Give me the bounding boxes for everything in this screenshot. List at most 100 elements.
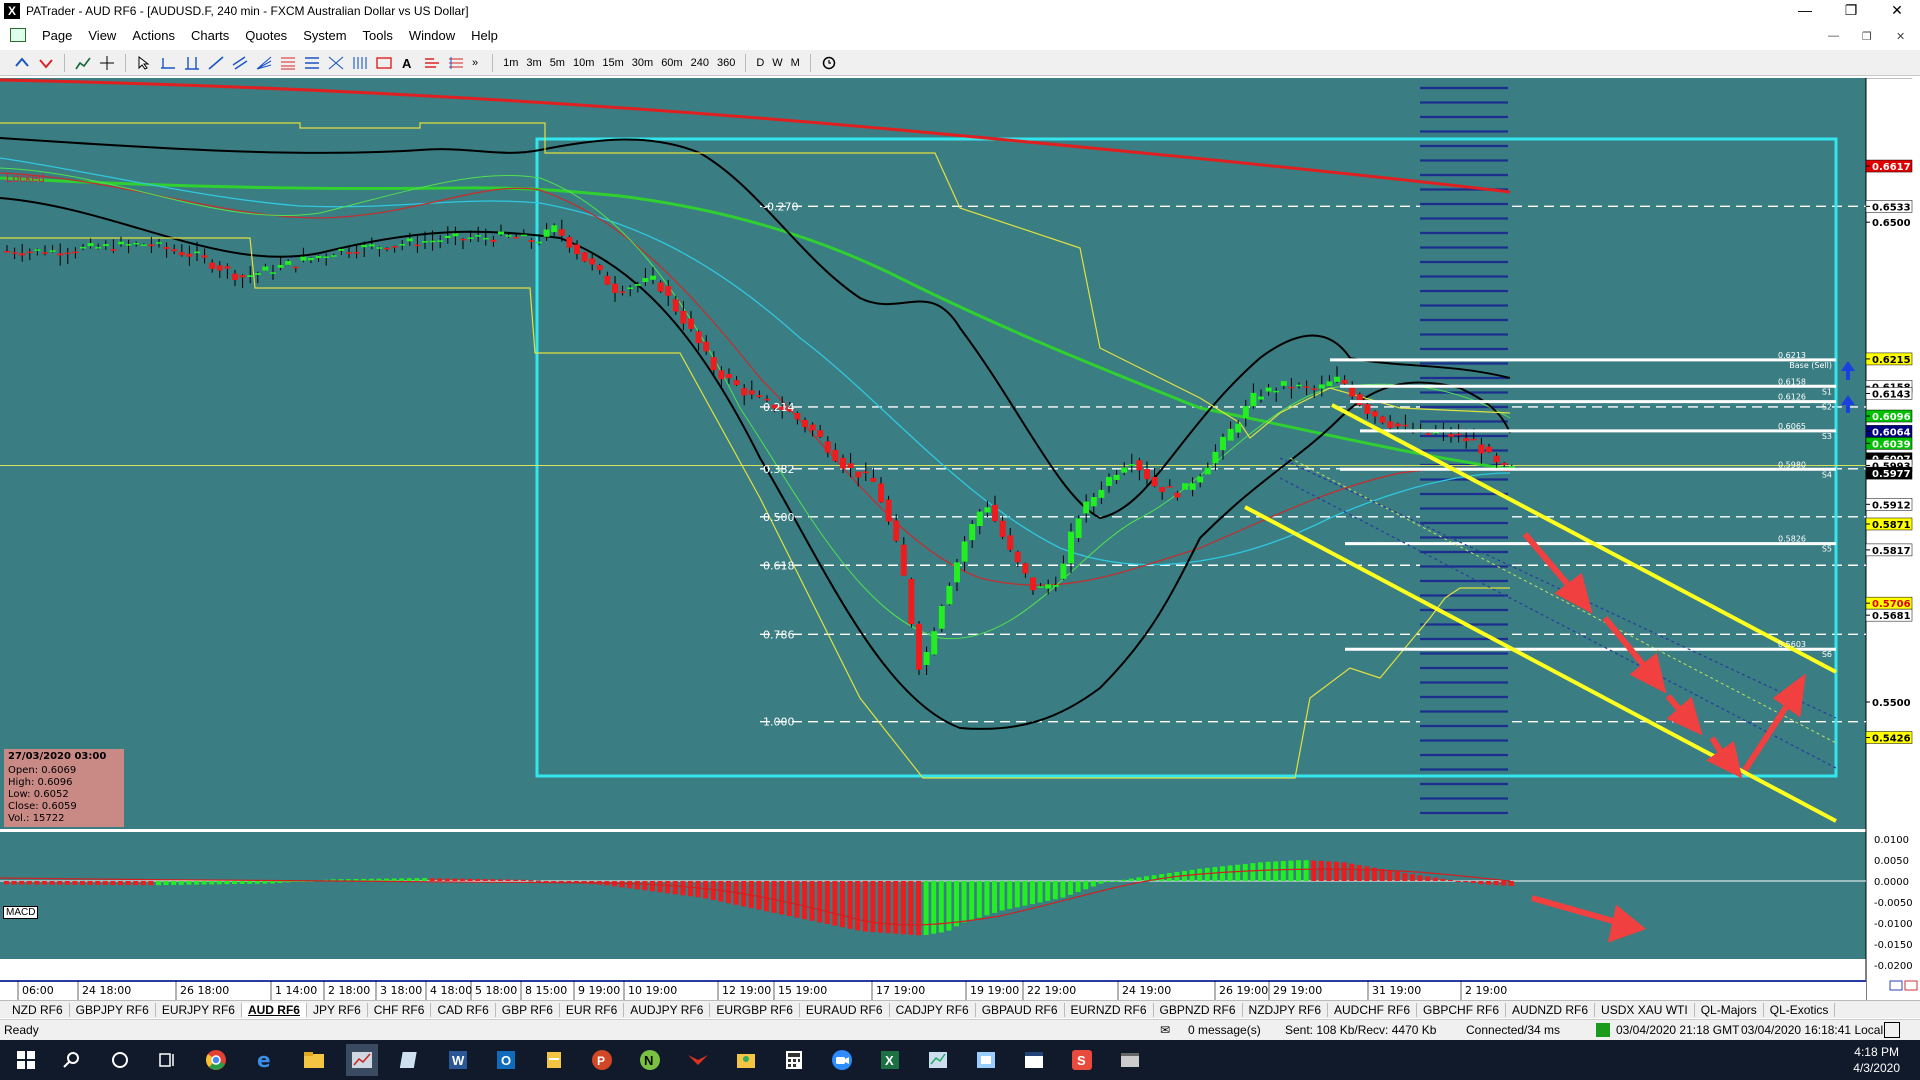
zoom-icon[interactable] xyxy=(826,1044,858,1076)
symbol-tab-cadjpy-rf6[interactable]: CADJPY RF6 xyxy=(890,1002,976,1017)
menu-actions[interactable]: Actions xyxy=(124,28,183,43)
menu-tools[interactable]: Tools xyxy=(355,28,401,43)
symbol-tab-gbpnzd-rf6[interactable]: GBPNZD RF6 xyxy=(1154,1002,1243,1017)
mdi-minimize-icon[interactable]: — xyxy=(1828,30,1839,42)
cycle-lines-icon[interactable] xyxy=(350,53,370,73)
cortana-icon[interactable] xyxy=(104,1044,136,1076)
file-explorer-icon[interactable] xyxy=(298,1044,330,1076)
clock-icon[interactable] xyxy=(819,53,839,73)
tf-30m[interactable]: 30m xyxy=(629,57,656,69)
symbol-tab-audnzd-rf6[interactable]: AUDNZD RF6 xyxy=(1506,1002,1596,1017)
symbol-tab-gbpchf-rf6[interactable]: GBPCHF RF6 xyxy=(1417,1002,1507,1017)
patrader-taskbar-icon[interactable] xyxy=(346,1044,378,1076)
chart-app-icon[interactable] xyxy=(922,1044,954,1076)
powerpoint-icon[interactable]: P xyxy=(586,1044,618,1076)
symbol-tab-gbpaud-rf6[interactable]: GBPAUD RF6 xyxy=(976,1002,1065,1017)
tf-60m[interactable]: 60m xyxy=(658,57,685,69)
outlook-icon[interactable]: O xyxy=(490,1044,522,1076)
tf-240[interactable]: 240 xyxy=(688,57,712,69)
symbol-tab-gbp-rf6[interactable]: GBP RF6 xyxy=(496,1002,560,1017)
symbol-tab-nzd-rf6[interactable]: NZD RF6 xyxy=(6,1002,70,1017)
symbol-tab-nzdjpy-rf6[interactable]: NZDJPY RF6 xyxy=(1243,1002,1328,1017)
tf-1m[interactable]: 1m xyxy=(500,57,521,69)
gann-icon[interactable] xyxy=(326,53,346,73)
horizontal-line-icon[interactable] xyxy=(158,53,178,73)
symbol-tab-usdx-xau-wti[interactable]: USDX XAU WTI xyxy=(1595,1002,1695,1017)
tf-360[interactable]: 360 xyxy=(714,57,738,69)
crosshair-icon[interactable] xyxy=(97,53,117,73)
task-view-icon[interactable] xyxy=(152,1044,184,1076)
menu-view[interactable]: View xyxy=(80,28,124,43)
menu-system[interactable]: System xyxy=(295,28,354,43)
chrome-icon[interactable] xyxy=(200,1044,232,1076)
mdi-restore-icon[interactable]: ❐ xyxy=(1862,30,1872,43)
chart-area[interactable]: -0.618-0.2700.2140.3820.5000.6180.7861.0… xyxy=(0,78,1920,1000)
fib-fan-icon[interactable] xyxy=(254,53,274,73)
maximize-button[interactable]: ❐ xyxy=(1828,0,1874,22)
symbol-tab-euraud-rf6[interactable]: EURAUD RF6 xyxy=(800,1002,890,1017)
mail-icon[interactable]: ✉ xyxy=(1160,1023,1170,1037)
pattern-icon[interactable] xyxy=(422,53,442,73)
chart-icon[interactable] xyxy=(73,53,93,73)
app-folder-person-icon[interactable] xyxy=(730,1044,762,1076)
close-button[interactable]: ✕ xyxy=(1874,0,1920,22)
menu-page[interactable]: Page xyxy=(34,28,80,43)
word-icon[interactable]: W xyxy=(442,1044,474,1076)
tf-5m[interactable]: 5m xyxy=(547,57,568,69)
tf-monthly[interactable]: M xyxy=(788,57,803,69)
taskbar-clock[interactable]: 4:18 PM 4/3/2020 xyxy=(1853,1044,1900,1076)
symbol-tab-eurnzd-rf6[interactable]: EURNZD RF6 xyxy=(1065,1002,1154,1017)
windows-start-icon[interactable] xyxy=(10,1044,42,1076)
toolbar-overflow-button[interactable]: » xyxy=(469,57,481,69)
dialog-app-icon[interactable] xyxy=(970,1044,1002,1076)
status-messages[interactable]: 0 message(s) xyxy=(1188,1023,1261,1037)
tf-weekly[interactable]: W xyxy=(769,57,785,69)
search-icon[interactable] xyxy=(56,1044,88,1076)
fib-extension-icon[interactable] xyxy=(302,53,322,73)
symbol-tab-jpy-rf6[interactable]: JPY RF6 xyxy=(307,1002,368,1017)
menu-help[interactable]: Help xyxy=(463,28,506,43)
tf-15m[interactable]: 15m xyxy=(599,57,626,69)
window-app-icon[interactable] xyxy=(1018,1044,1050,1076)
minimize-button[interactable]: — xyxy=(1782,0,1828,22)
notepad-icon[interactable] xyxy=(394,1044,426,1076)
symbol-tab-cad-rf6[interactable]: CAD RF6 xyxy=(431,1002,496,1017)
cursor-icon[interactable] xyxy=(134,53,154,73)
channel-icon[interactable] xyxy=(230,53,250,73)
tf-3m[interactable]: 3m xyxy=(523,57,544,69)
symbol-tab-eur-rf6[interactable]: EUR RF6 xyxy=(560,1002,625,1017)
tf-10m[interactable]: 10m xyxy=(570,57,597,69)
order-icon[interactable] xyxy=(36,53,56,73)
levels-icon[interactable] xyxy=(446,53,466,73)
generic-app-icon[interactable] xyxy=(1114,1044,1146,1076)
files-icon[interactable] xyxy=(538,1044,570,1076)
axis-zoom-icon[interactable] xyxy=(1889,980,1903,991)
vertical-line-icon[interactable] xyxy=(182,53,202,73)
edge-icon[interactable]: e xyxy=(250,1044,282,1076)
chart-doc-icon[interactable] xyxy=(10,28,26,42)
rectangle-icon[interactable] xyxy=(374,53,394,73)
symbol-tab-chf-rf6[interactable]: CHF RF6 xyxy=(368,1002,432,1017)
symbol-tab-eurjpy-rf6[interactable]: EURJPY RF6 xyxy=(156,1002,242,1017)
menu-charts[interactable]: Charts xyxy=(183,28,237,43)
excel-icon[interactable]: X xyxy=(874,1044,906,1076)
menu-window[interactable]: Window xyxy=(401,28,463,43)
app-red-bird-icon[interactable] xyxy=(682,1044,714,1076)
symbol-tab-aud-rf6[interactable]: AUD RF6 xyxy=(241,1002,307,1017)
buy-sell-icon[interactable] xyxy=(12,53,32,73)
text-icon[interactable]: A xyxy=(398,53,418,73)
symbol-tab-gbpjpy-rf6[interactable]: GBPJPY RF6 xyxy=(70,1002,156,1017)
menu-quotes[interactable]: Quotes xyxy=(237,28,295,43)
axis-scale-icon[interactable] xyxy=(1904,980,1918,991)
trendline-icon[interactable] xyxy=(206,53,226,73)
symbol-tab-ql-exotics[interactable]: QL-Exotics xyxy=(1764,1002,1836,1017)
symbol-tab-audchf-rf6[interactable]: AUDCHF RF6 xyxy=(1328,1002,1418,1017)
symbol-tab-audjpy-rf6[interactable]: AUDJPY RF6 xyxy=(624,1002,711,1017)
ninjatrader-icon[interactable]: N xyxy=(634,1044,666,1076)
symbol-tab-eurgbp-rf6[interactable]: EURGBP RF6 xyxy=(710,1002,800,1017)
tf-daily[interactable]: D xyxy=(753,57,767,69)
fib-retracement-icon[interactable] xyxy=(278,53,298,73)
mdi-close-icon[interactable]: ✕ xyxy=(1896,30,1905,43)
snagit-icon[interactable]: S xyxy=(1066,1044,1098,1076)
calculator-icon[interactable] xyxy=(778,1044,810,1076)
